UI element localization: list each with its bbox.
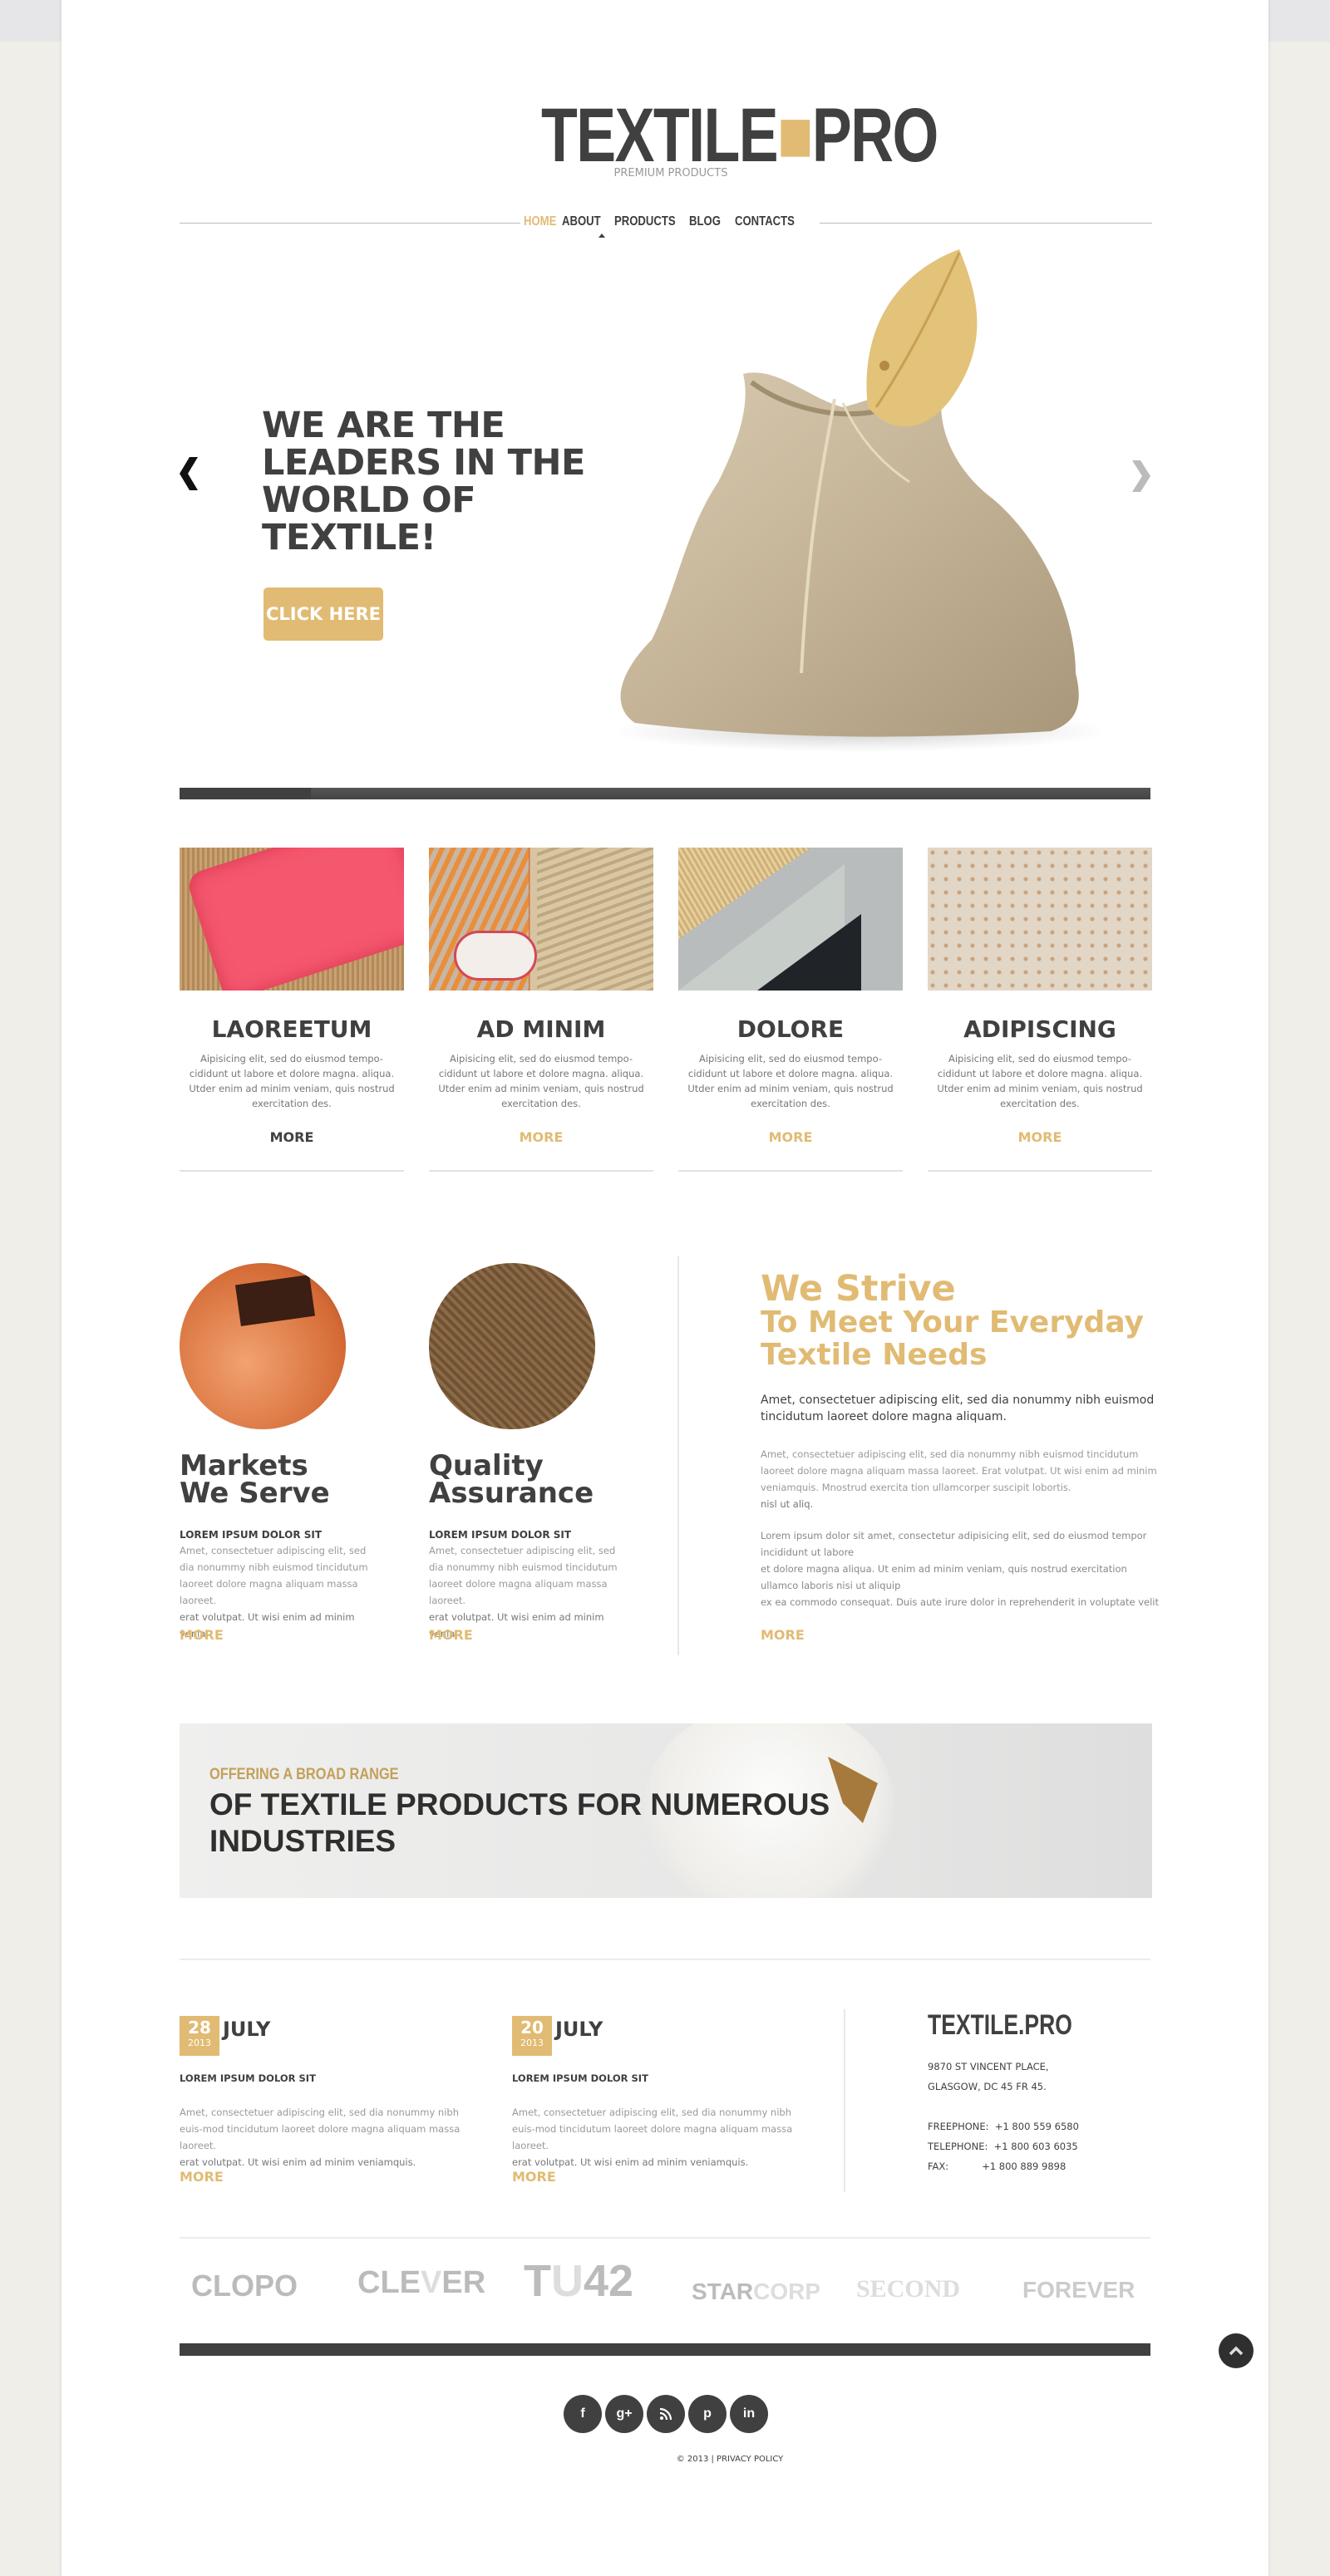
- blog-text: Amet, consectetuer adipiscing elit, sed …: [512, 2107, 793, 2168]
- contact-divider: [844, 2009, 845, 2192]
- nav-item-home[interactable]: HOME: [524, 214, 556, 229]
- feature-image-knit: [429, 1263, 595, 1429]
- feature-title: Quality Assurance: [429, 1449, 594, 1510]
- product-card: AD MINIM Aipisicing elit, sed do eiusmod…: [429, 848, 653, 1172]
- hero-cta-button[interactable]: CLICK HERE: [264, 587, 383, 641]
- product-card: LAOREETUM Aipisicing elit, sed do eiusmo…: [180, 848, 404, 1172]
- product-more-link[interactable]: MORE: [928, 1129, 1152, 1145]
- hero-sack-image: [610, 249, 1109, 752]
- contact-fax: FAX: +1 800 889 9898: [928, 2161, 1066, 2172]
- google-plus-button[interactable]: g+: [605, 2395, 643, 2433]
- blog-more-link[interactable]: MORE: [180, 2169, 224, 2185]
- product-image-basket: [429, 848, 653, 991]
- product-title: AD MINIM: [476, 1015, 606, 1043]
- product-description: Aipisicing elit, sed do eiusmod tempo-ci…: [438, 1053, 644, 1109]
- back-to-top-button[interactable]: [1219, 2333, 1254, 2368]
- product-title: ADIPISCING: [963, 1015, 1116, 1043]
- contact-freephone: FREEPHONE: +1 800 559 6580: [928, 2121, 1079, 2132]
- brand-logo-second[interactable]: SECOND: [856, 2275, 960, 2303]
- contact-logo: TEXTILE.PRO: [928, 2009, 1072, 2041]
- promo-banner[interactable]: OFFERING A BROAD RANGE OF TEXTILE PRODUC…: [180, 1723, 1152, 1898]
- feature-more-link[interactable]: MORE: [180, 1627, 224, 1643]
- nav-item-blog[interactable]: BLOG: [689, 214, 727, 229]
- rss-icon: [659, 2407, 672, 2421]
- contact-telephone: TELEPHONE: +1 800 603 6035: [928, 2141, 1078, 2152]
- product-card: ADIPISCING Aipisicing elit, sed do eiusm…: [928, 848, 1152, 1172]
- main-nav: HOME ABOUT PRODUCTS BLOG CONTACTS: [524, 214, 801, 229]
- facebook-icon: f: [580, 2406, 585, 2421]
- blog-date-badge: 20 2013: [512, 2016, 552, 2056]
- product-description: Aipisicing elit, sed do eiusmod tempo-ci…: [687, 1053, 894, 1109]
- brand-logo-starcorp[interactable]: STARCORP: [692, 2279, 820, 2305]
- nav-divider-left: [180, 223, 520, 224]
- linkedin-icon: in: [742, 2406, 756, 2421]
- hero-title: WE ARE THE LEADERS IN THE WORLD OF TEXTI…: [262, 405, 585, 558]
- product-image-knit-fabric: [928, 848, 1152, 991]
- footer-bar: [180, 2343, 1150, 2356]
- strive-paragraph-1: Amet, consectetuer adipiscing elit, sed …: [761, 1448, 1157, 1510]
- chevron-left-icon: [180, 457, 198, 490]
- strive-heading: We Strive To Meet Your Everyday Textile …: [761, 1268, 1144, 1372]
- product-divider: [429, 1170, 653, 1172]
- banner-title: OF TEXTILE PRODUCTS FOR NUMEROUS INDUSTR…: [209, 1787, 830, 1858]
- nav-active-caret-icon: [598, 234, 605, 238]
- feature-title: Markets We Serve: [180, 1449, 330, 1510]
- blog-date-badge: 28 2013: [180, 2016, 219, 2056]
- feature-image-towels: [180, 1263, 346, 1429]
- section-vertical-divider: [677, 1256, 679, 1655]
- nav-divider-right: [820, 223, 1152, 224]
- page-container: TEXTILE■PRO PREMIUM PRODUCTS HOME ABOUT …: [62, 0, 1268, 2576]
- product-divider: [928, 1170, 1152, 1172]
- feature-subtitle: LOREM IPSUM DOLOR SIT: [180, 1529, 323, 1541]
- brand-logo-clopo[interactable]: CLOPO: [191, 2269, 298, 2303]
- product-title: DOLORE: [736, 1015, 845, 1043]
- rss-button[interactable]: [647, 2395, 685, 2433]
- product-title: LAOREETUM: [211, 1015, 372, 1043]
- blog-title[interactable]: LOREM IPSUM DOLOR SIT: [180, 2072, 316, 2084]
- contact-address-line-1: 9870 ST VINCENT PLACE,: [928, 2061, 1049, 2072]
- hero-slider-progress: [180, 788, 1150, 799]
- hero-prev-button[interactable]: [178, 455, 200, 499]
- product-description: Aipisicing elit, sed do eiusmod tempo-ci…: [937, 1053, 1143, 1109]
- banner-subtitle: OFFERING A BROAD RANGE: [209, 1766, 399, 1783]
- brand-logo-tu42[interactable]: TU42: [524, 2255, 633, 2307]
- product-image-fabric-samples: [678, 848, 903, 991]
- product-divider: [678, 1170, 903, 1172]
- product-card: DOLORE Aipisicing elit, sed do eiusmod t…: [678, 848, 903, 1172]
- brands-divider: [180, 2237, 1150, 2239]
- hero-slider-progress-fill: [180, 788, 311, 799]
- chevron-up-icon: [1229, 2346, 1244, 2356]
- product-more-link[interactable]: MORE: [429, 1129, 653, 1145]
- site-logo[interactable]: TEXTILE■PRO: [541, 97, 938, 174]
- brand-logo-clever[interactable]: CLEVER: [357, 2265, 485, 2301]
- nav-item-about[interactable]: ABOUT: [562, 214, 605, 229]
- brand-logo-forever[interactable]: FOREVER: [1022, 2277, 1135, 2303]
- nav-item-contacts[interactable]: CONTACTS: [735, 214, 795, 229]
- blog-text: Amet, consectetuer adipiscing elit, sed …: [180, 2107, 461, 2168]
- pinterest-button[interactable]: p: [688, 2395, 727, 2433]
- blog-more-link[interactable]: MORE: [512, 2169, 556, 2185]
- copyright-privacy-link[interactable]: © 2013 | PRIVACY POLICY: [605, 2455, 855, 2464]
- contact-address-line-2: GLASGOW, DC 45 FR 45.: [928, 2081, 1047, 2092]
- site-tagline: PREMIUM PRODUCTS: [613, 167, 728, 179]
- product-image-towel: [180, 848, 404, 991]
- blog-month: JULY: [555, 2018, 603, 2041]
- linkedin-button[interactable]: in: [730, 2395, 768, 2433]
- product-description: Aipisicing elit, sed do eiusmod tempo-ci…: [189, 1053, 395, 1109]
- pinterest-icon: p: [703, 2406, 712, 2421]
- product-more-link[interactable]: MORE: [678, 1129, 903, 1145]
- blog-title[interactable]: LOREM IPSUM DOLOR SIT: [512, 2072, 648, 2084]
- blog-month: JULY: [223, 2018, 271, 2041]
- feature-subtitle: LOREM IPSUM DOLOR SIT: [429, 1529, 572, 1541]
- product-divider: [180, 1170, 404, 1172]
- feature-more-link[interactable]: MORE: [429, 1627, 473, 1643]
- strive-more-link[interactable]: MORE: [761, 1627, 805, 1643]
- nav-item-products[interactable]: PRODUCTS: [614, 214, 676, 229]
- strive-paragraph-2: Lorem ipsum dolor sit amet, consectetur …: [761, 1530, 1159, 1608]
- facebook-button[interactable]: f: [564, 2395, 602, 2433]
- strive-lead-text: Amet, consectetuer adipiscing elit, sed …: [761, 1394, 1155, 1423]
- section-divider: [180, 1959, 1150, 1960]
- google-plus-icon: g+: [616, 2406, 633, 2421]
- product-more-link[interactable]: MORE: [180, 1129, 404, 1145]
